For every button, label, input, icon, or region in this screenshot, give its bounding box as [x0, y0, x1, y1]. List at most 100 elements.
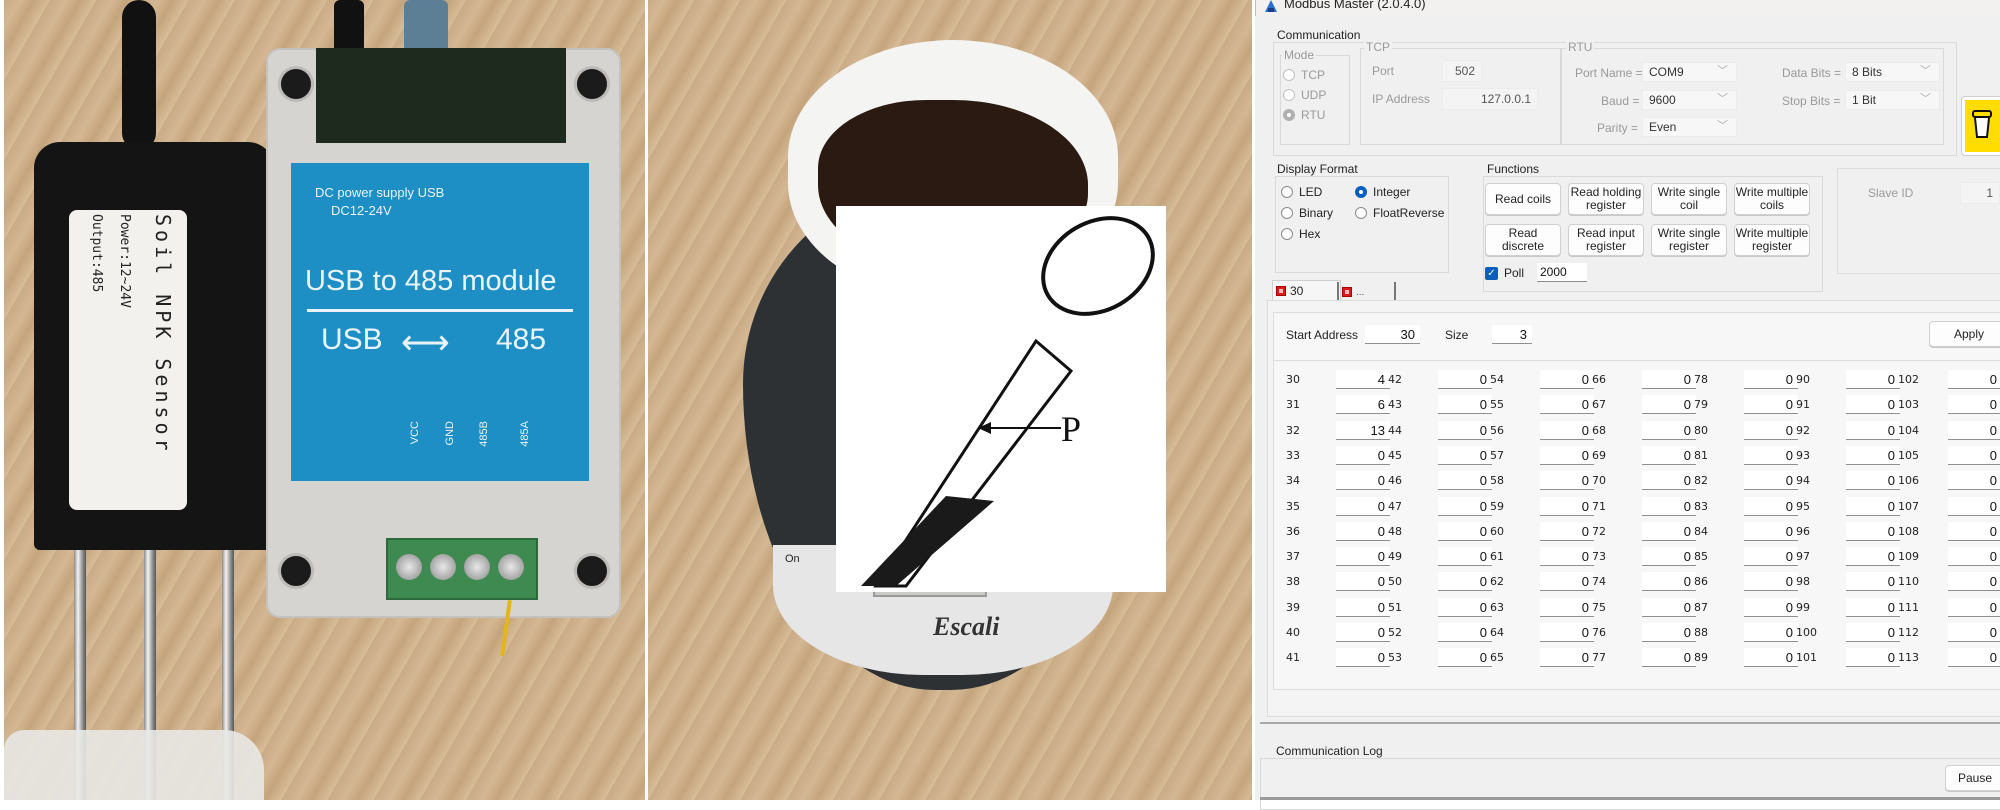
register-value-input[interactable]: 0: [1540, 572, 1594, 592]
register-value-input[interactable]: 0: [1438, 471, 1492, 491]
format-radio-hex[interactable]: Hex: [1281, 227, 1320, 241]
register-value-input[interactable]: 0: [1540, 521, 1594, 541]
pause-button[interactable]: Pause: [1945, 765, 2000, 791]
register-value-input[interactable]: 6: [1336, 395, 1390, 415]
register-value-input[interactable]: 0: [1948, 547, 2000, 567]
register-value-input[interactable]: 0: [1846, 471, 1900, 491]
register-value-input[interactable]: 0: [1438, 445, 1492, 465]
register-value-input[interactable]: 0: [1744, 521, 1798, 541]
register-value-input[interactable]: 0: [1846, 420, 1900, 440]
register-value-input[interactable]: 0: [1438, 623, 1492, 642]
port-name-select[interactable]: COM9 ﹀: [1642, 62, 1737, 82]
poll-checkbox[interactable]: ✓ Poll: [1485, 266, 1524, 280]
write-single-register-button[interactable]: Write single register: [1651, 224, 1727, 256]
register-value-input[interactable]: 0: [1744, 420, 1798, 440]
register-value-input[interactable]: 0: [1540, 597, 1594, 617]
register-value-input[interactable]: 0: [1744, 572, 1798, 592]
format-radio-led[interactable]: LED: [1281, 185, 1322, 199]
format-radio-integer[interactable]: Integer: [1355, 185, 1410, 199]
register-value-input[interactable]: 0: [1336, 521, 1390, 541]
register-value-input[interactable]: 0: [1540, 547, 1594, 567]
register-value-input[interactable]: 0: [1438, 395, 1492, 415]
register-value-input[interactable]: 0: [1744, 547, 1798, 567]
register-value-input[interactable]: 0: [1336, 597, 1390, 617]
register-value-input[interactable]: 13: [1336, 420, 1390, 440]
read-coils-button[interactable]: Read coils: [1485, 183, 1561, 215]
register-value-input[interactable]: 4: [1336, 370, 1390, 389]
close-tab-icon[interactable]: [1276, 286, 1286, 296]
register-value-input[interactable]: 0: [1642, 445, 1696, 465]
data-bits-select[interactable]: 8 Bits ﹀: [1845, 62, 1940, 82]
register-value-input[interactable]: 0: [1948, 572, 2000, 592]
mode-radio-rtu[interactable]: RTU: [1283, 108, 1325, 122]
register-value-input[interactable]: 0: [1336, 623, 1390, 642]
register-value-input[interactable]: 0: [1846, 445, 1900, 465]
read-input-register-button[interactable]: Read input register: [1568, 224, 1644, 256]
register-value-input[interactable]: 0: [1438, 648, 1492, 668]
register-value-input[interactable]: 0: [1744, 623, 1798, 642]
register-value-input[interactable]: 0: [1744, 496, 1798, 516]
register-value-input[interactable]: 0: [1846, 623, 1900, 642]
coffee-button[interactable]: [1961, 96, 2000, 156]
register-value-input[interactable]: 0: [1336, 572, 1390, 592]
register-value-input[interactable]: 0: [1438, 496, 1492, 516]
register-value-input[interactable]: 0: [1948, 648, 2000, 668]
write-multiple-register-button[interactable]: Write multiple register: [1734, 224, 1810, 256]
register-value-input[interactable]: 0: [1744, 445, 1798, 465]
register-value-input[interactable]: 0: [1336, 445, 1390, 465]
register-value-input[interactable]: 0: [1948, 496, 2000, 516]
register-value-input[interactable]: 0: [1336, 471, 1390, 491]
register-value-input[interactable]: 0: [1642, 471, 1696, 491]
register-value-input[interactable]: 0: [1846, 496, 1900, 516]
poll-interval-input[interactable]: 2000: [1537, 263, 1587, 282]
mode-radio-tcp[interactable]: TCP: [1283, 68, 1325, 82]
size-input[interactable]: 3: [1492, 325, 1532, 344]
register-value-input[interactable]: 0: [1846, 395, 1900, 415]
splitter[interactable]: [1260, 722, 2000, 724]
register-value-input[interactable]: 0: [1948, 420, 2000, 440]
register-value-input[interactable]: 0: [1336, 547, 1390, 567]
parity-select[interactable]: Even ﹀: [1642, 117, 1737, 137]
tab-30[interactable]: 30: [1272, 280, 1341, 301]
register-value-input[interactable]: 0: [1846, 547, 1900, 567]
register-value-input[interactable]: 0: [1744, 370, 1798, 389]
port-field[interactable]: 502: [1442, 60, 1482, 82]
register-value-input[interactable]: 0: [1744, 471, 1798, 491]
start-address-input[interactable]: 30: [1365, 325, 1420, 344]
register-value-input[interactable]: 0: [1948, 597, 2000, 617]
register-value-input[interactable]: 0: [1744, 648, 1798, 668]
register-value-input[interactable]: 0: [1948, 395, 2000, 415]
register-value-input[interactable]: 0: [1438, 370, 1492, 389]
register-value-input[interactable]: 0: [1846, 370, 1900, 389]
format-radio-binary[interactable]: Binary: [1281, 206, 1333, 220]
read-discrete-button[interactable]: Read discrete: [1485, 224, 1561, 256]
register-value-input[interactable]: 0: [1438, 420, 1492, 440]
register-value-input[interactable]: 0: [1540, 370, 1594, 389]
register-value-input[interactable]: 0: [1540, 623, 1594, 642]
register-value-input[interactable]: 0: [1846, 572, 1900, 592]
register-value-input[interactable]: 0: [1744, 395, 1798, 415]
register-value-input[interactable]: 0: [1540, 420, 1594, 440]
register-value-input[interactable]: 0: [1948, 445, 2000, 465]
register-value-input[interactable]: 0: [1846, 597, 1900, 617]
register-value-input[interactable]: 0: [1948, 521, 2000, 541]
ip-address-field[interactable]: 127.0.0.1: [1442, 88, 1538, 110]
register-value-input[interactable]: 0: [1948, 623, 2000, 642]
slave-id-field[interactable]: 1: [1960, 182, 2000, 204]
register-value-input[interactable]: 0: [1438, 521, 1492, 541]
register-value-input[interactable]: 0: [1540, 496, 1594, 516]
apply-button[interactable]: Apply: [1929, 321, 2000, 347]
register-value-input[interactable]: 0: [1642, 395, 1696, 415]
register-value-input[interactable]: 0: [1642, 547, 1696, 567]
register-value-input[interactable]: 0: [1846, 648, 1900, 668]
register-value-input[interactable]: 0: [1642, 370, 1696, 389]
stop-bits-select[interactable]: 1 Bit ﹀: [1845, 90, 1940, 110]
register-value-input[interactable]: 0: [1336, 496, 1390, 516]
register-value-input[interactable]: 0: [1642, 648, 1696, 668]
register-value-input[interactable]: 0: [1642, 572, 1696, 592]
register-value-input[interactable]: 0: [1744, 597, 1798, 617]
register-value-input[interactable]: 0: [1438, 572, 1492, 592]
tab-more[interactable]: ...: [1337, 282, 1396, 302]
format-radio-floatreverse[interactable]: FloatReverse: [1355, 206, 1444, 220]
register-value-input[interactable]: 0: [1948, 370, 2000, 389]
